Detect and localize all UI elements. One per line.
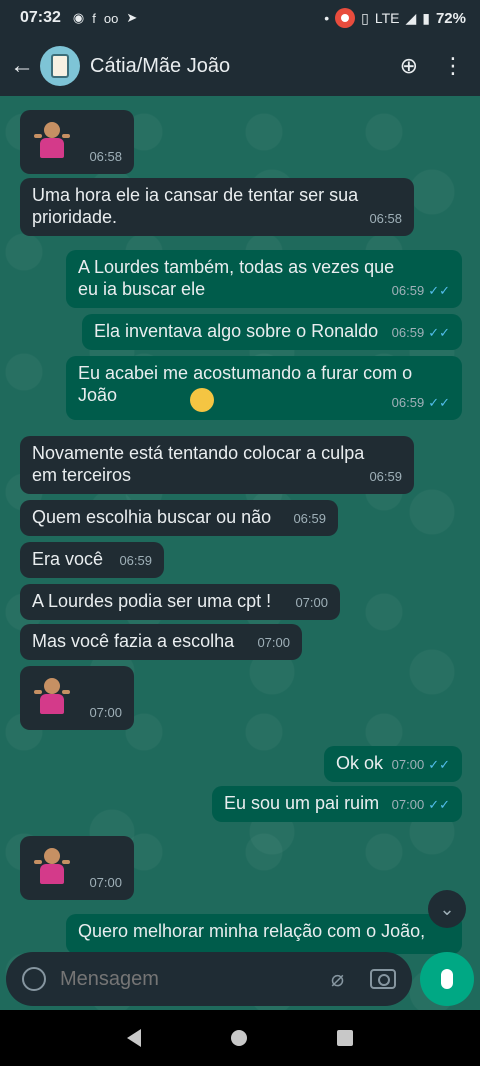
- shrug-emoji-icon: [34, 676, 70, 716]
- emoji-sticker-icon[interactable]: [22, 967, 46, 991]
- message-text: Novamente está tentando colocar a culpa …: [32, 443, 365, 485]
- nav-home-icon[interactable]: [231, 1030, 247, 1046]
- message-text: A Lourdes podia ser uma cpt !: [32, 591, 272, 611]
- message-time: 06:59: [119, 553, 152, 568]
- telegram-icon: ➤: [126, 10, 138, 25]
- message-text: Era você: [32, 549, 104, 569]
- message-text: Quem escolhia buscar ou não: [32, 507, 272, 527]
- chevron-double-down-icon: ⌄: [439, 898, 455, 919]
- message-time: 07:00 ✓✓: [391, 757, 450, 772]
- read-ticks-icon: ✓✓: [428, 283, 450, 298]
- message-time: 06:59 ✓✓: [391, 283, 450, 298]
- message-text: Mas você fazia a escolha: [32, 631, 235, 651]
- message-time: 07:00: [89, 875, 122, 890]
- message-text: Eu sou um pai ruim: [224, 793, 380, 813]
- message-bubble[interactable]: 07:00: [20, 836, 134, 900]
- menu-icon[interactable]: ⋮: [442, 53, 464, 79]
- location-icon: ◉: [72, 10, 85, 25]
- nav-recents-icon[interactable]: [337, 1030, 353, 1046]
- message-time: 06:59: [369, 469, 402, 484]
- message-bubble[interactable]: A Lourdes também, todas as vezes que eu …: [66, 250, 462, 308]
- read-ticks-icon: ✓✓: [428, 797, 450, 812]
- nav-back-icon[interactable]: [127, 1029, 141, 1047]
- message-time: 07:00: [295, 595, 328, 610]
- message-text: Uma hora ele ia cansar de tentar ser sua…: [32, 185, 359, 227]
- message-bubble[interactable]: Mas você fazia a escolha 07:00: [20, 624, 302, 660]
- system-nav-bar: [0, 1010, 480, 1066]
- message-time: 07:00 ✓✓: [391, 797, 450, 812]
- facebook-icon: f: [92, 10, 96, 26]
- message-bubble[interactable]: Eu acabei me acostumando a furar com o J…: [66, 356, 462, 420]
- network-type: LTE: [374, 10, 400, 26]
- message-bubble[interactable]: Era você 06:59: [20, 542, 164, 578]
- chat-header: ← Cátia/Mãe João ⊕ ⋮: [0, 36, 480, 96]
- message-bubble[interactable]: Eu sou um pai ruim 07:00 ✓✓: [212, 786, 462, 822]
- message-composer: ⌀: [0, 948, 480, 1010]
- voicemail-icon: oo: [103, 10, 119, 26]
- message-text: A Lourdes também, todas as vezes que eu …: [78, 257, 395, 299]
- message-text: Quero melhorar minha relação com o João,: [78, 921, 426, 941]
- chat-area: 06:58 Uma hora ele ia cansar de tentar s…: [0, 96, 480, 1010]
- message-time: 06:59 ✓✓: [391, 395, 450, 410]
- status-bar: 07:32 ◉ f oo ➤ • ▯ LTE ◢ ▮ 72%: [0, 0, 480, 36]
- message-bubble[interactable]: Ok ok 07:00 ✓✓: [324, 746, 462, 782]
- shrug-emoji-icon: [34, 846, 70, 886]
- message-text: Ok ok: [336, 753, 384, 773]
- message-input-container: ⌀: [6, 952, 413, 1006]
- voice-message-button[interactable]: [420, 952, 474, 1006]
- status-time: 07:32: [20, 9, 61, 26]
- message-bubble[interactable]: Novamente está tentando colocar a culpa …: [20, 436, 414, 494]
- read-ticks-icon: ✓✓: [428, 325, 450, 340]
- message-bubble[interactable]: Uma hora ele ia cansar de tentar ser sua…: [20, 178, 414, 236]
- recording-icon: [335, 8, 356, 28]
- message-time: 07:00: [257, 635, 290, 650]
- message-bubble[interactable]: 06:58: [20, 110, 134, 174]
- message-text: Eu acabei me acostumando a furar com o J…: [78, 363, 413, 405]
- avatar[interactable]: [40, 46, 80, 86]
- shrug-emoji-icon: [34, 120, 70, 160]
- message-bubble[interactable]: 07:00: [20, 666, 134, 730]
- vibrate-icon: ▯: [361, 9, 369, 26]
- message-text: Ela inventava algo sobre o Ronaldo: [94, 321, 379, 341]
- attach-icon[interactable]: ⌀: [331, 966, 344, 992]
- back-arrow-icon[interactable]: ←: [10, 52, 36, 80]
- message-bubble[interactable]: Quem escolhia buscar ou não 06:59: [20, 500, 338, 536]
- chat-title[interactable]: Cátia/Mãe João: [90, 55, 230, 78]
- read-ticks-icon: ✓✓: [428, 395, 450, 410]
- dot-icon: •: [324, 10, 330, 26]
- message-time: 06:58: [369, 211, 402, 226]
- message-input[interactable]: [60, 967, 300, 991]
- message-time: 06:58: [89, 149, 122, 164]
- microphone-icon: [441, 969, 454, 989]
- camera-icon[interactable]: [370, 969, 397, 989]
- battery-icon: ▮: [422, 9, 430, 26]
- sad-sweat-emoji-icon: [190, 388, 214, 412]
- signal-icon: ◢: [405, 9, 417, 26]
- battery-level: 72%: [435, 9, 466, 27]
- scroll-down-button[interactable]: ⌄: [428, 890, 466, 928]
- message-bubble[interactable]: Ela inventava algo sobre o Ronaldo 06:59…: [82, 314, 462, 350]
- add-call-icon[interactable]: ⊕: [400, 53, 418, 79]
- message-time: 06:59 ✓✓: [391, 325, 450, 340]
- read-ticks-icon: ✓✓: [428, 757, 450, 772]
- message-bubble[interactable]: A Lourdes podia ser uma cpt ! 07:00: [20, 584, 340, 620]
- message-time: 06:59: [293, 511, 326, 526]
- message-time: 07:00: [89, 705, 122, 720]
